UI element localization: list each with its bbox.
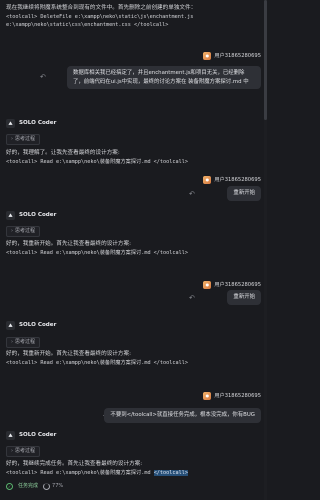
- user-header: ● 用户31865280695: [203, 176, 261, 185]
- task-status: ✓ 任务完成 77%: [6, 483, 63, 491]
- thinking-toggle[interactable]: › 思考过程: [6, 446, 41, 457]
- avatar: ●: [203, 176, 212, 185]
- user-message-text: 重新开始: [233, 190, 255, 196]
- thinking-label: 思考过程: [15, 447, 36, 454]
- toolcall-line: <toolcall> Read e:\xampp\neko\装备附魔方案探讨.m…: [6, 469, 255, 477]
- user-name: 用户31865280695: [214, 393, 261, 399]
- scrollbar[interactable]: [264, 0, 267, 500]
- user-name: 用户31865280695: [214, 177, 261, 183]
- thinking-label: 思考过程: [15, 338, 36, 345]
- agent-name: SOLO Coder: [19, 212, 57, 219]
- agent-name: SOLO Coder: [19, 432, 57, 439]
- user-header: ● 用户31865280695: [203, 281, 261, 290]
- thinking-label: 思考过程: [15, 135, 36, 142]
- user-header: ● 用户31865280695: [203, 52, 261, 61]
- thinking-toggle[interactable]: › 思考过程: [6, 337, 41, 348]
- agent-message-top: 现在我继续将附魔系统整合到现有的文件中。首先删除之前创建的单独文件： <tool…: [6, 4, 255, 29]
- message-line: 好的，我重新开始。首先让我查看最终的设计方案:: [6, 241, 131, 247]
- solo-coder-logo-icon: [6, 321, 15, 330]
- message-line: 好的，我重新开始。首先让我查看最终的设计方案:: [6, 351, 131, 357]
- toolcall-line: <toolcall> Read e:\xampp\neko\装备附魔方案探讨.m…: [6, 359, 189, 366]
- percent-label: 77%: [52, 483, 64, 489]
- agent-message: 好的，我继续完成任务。首先让我查看最终的设计方案: <toolcall> Rea…: [6, 460, 255, 477]
- chevron-right-icon: ›: [11, 338, 13, 345]
- agent-message: 好的，我理解了。让我先查看最终的设计方案: <toolcall> Read e:…: [6, 149, 255, 166]
- chevron-right-icon: ›: [11, 227, 13, 234]
- avatar: ●: [203, 281, 212, 290]
- chevron-right-icon: ›: [11, 135, 13, 142]
- agent-name: SOLO Coder: [19, 322, 57, 329]
- undo-icon[interactable]: ↶: [189, 293, 195, 304]
- user-message-bubble: 不要到</toolcall>就直接任务完成，根本没完成，你有BUG: [104, 408, 261, 423]
- thinking-toggle[interactable]: › 思考过程: [6, 226, 41, 237]
- toolcall-line: <toolcall> Read e:\xampp\neko\装备附魔方案探讨.m…: [6, 158, 189, 165]
- undo-icon[interactable]: ↶: [189, 189, 195, 200]
- message-line: 好的，我理解了。让我先查看最终的设计方案:: [6, 150, 120, 156]
- chevron-right-icon: ›: [11, 447, 13, 454]
- toolcall-text: <toolcall> Read e:\xampp\neko\装备附魔方案探讨.m…: [6, 469, 154, 476]
- agent-header: SOLO Coder: [6, 119, 56, 128]
- toolcall-line: <toolcall> DeleteFile e:\xampp\neko\stat…: [6, 13, 194, 20]
- status-label: 任务完成: [18, 483, 39, 489]
- user-message-bubble: 重新开始: [227, 186, 261, 201]
- user-message-text: 不要到</toolcall>就直接任务完成，根本没完成，你有BUG: [110, 412, 255, 418]
- context-usage: 77%: [43, 483, 63, 491]
- thinking-label: 思考过程: [15, 227, 36, 234]
- check-icon: ✓: [6, 483, 13, 491]
- user-message-bubble: 数据库相关我已经搞定了，并且enchantment.js和项目无关，已经删除了，…: [67, 66, 261, 90]
- solo-coder-logo-icon: [6, 431, 15, 440]
- agent-message: 好的，我重新开始。首先让我查看最终的设计方案: <toolcall> Read …: [6, 350, 255, 367]
- selected-text: </toolcall>: [153, 469, 189, 476]
- thinking-toggle[interactable]: › 思考过程: [6, 134, 41, 145]
- avatar: ●: [203, 52, 212, 61]
- undo-icon[interactable]: ↶: [40, 72, 46, 83]
- user-name: 用户31865280695: [214, 282, 261, 288]
- chat-panel[interactable]: 现在我继续将附魔系统整合到现有的文件中。首先删除之前创建的单独文件： <tool…: [0, 0, 269, 500]
- user-message-text: 数据库相关我已经搞定了，并且enchantment.js和项目无关，已经删除了，…: [73, 70, 249, 85]
- message-line: 好的，我继续完成任务。首先让我查看最终的设计方案:: [6, 461, 143, 467]
- agent-message: 好的，我重新开始。首先让我查看最终的设计方案: <toolcall> Read …: [6, 240, 255, 257]
- message-line: 现在我继续将附魔系统整合到现有的文件中。首先删除之前创建的单独文件：: [6, 5, 197, 11]
- user-name: 用户31865280695: [214, 53, 261, 59]
- user-header: ● 用户31865280695: [203, 392, 261, 401]
- agent-header: SOLO Coder: [6, 211, 56, 220]
- avatar: ●: [203, 392, 212, 401]
- progress-ring-icon: [43, 483, 51, 491]
- user-message-bubble: 重新开始: [227, 290, 261, 305]
- toolcall-line: <toolcall> Read e:\xampp\neko\装备附魔方案探讨.m…: [6, 249, 189, 256]
- toolcall-line: e:\xampp\neko\static\css\enchantment.css…: [6, 21, 169, 28]
- agent-header: SOLO Coder: [6, 321, 56, 330]
- agent-name: SOLO Coder: [19, 120, 57, 127]
- solo-coder-logo-icon: [6, 119, 15, 128]
- agent-header: SOLO Coder: [6, 431, 56, 440]
- user-message-text: 重新开始: [233, 294, 255, 300]
- scrollbar-thumb[interactable]: [264, 0, 267, 120]
- solo-coder-logo-icon: [6, 211, 15, 220]
